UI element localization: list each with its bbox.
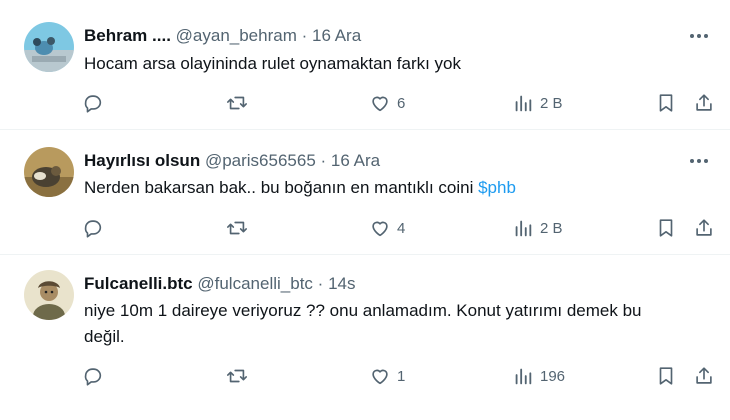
reply-icon [84, 95, 102, 113]
tweet-header: Hayırlısı olsun @paris656565 · 16 Ara [84, 150, 380, 172]
views-button[interactable]: 2 B [512, 91, 563, 115]
like-count: 1 [397, 367, 406, 385]
views-icon [515, 95, 532, 112]
retweet-icon [227, 369, 247, 383]
tweet-text: Hocam arsa olayininda rulet oynamaktan f… [84, 54, 462, 73]
heart-icon [372, 96, 388, 112]
share-icon [696, 219, 712, 236]
like-count: 6 [397, 94, 406, 112]
display-name[interactable]: Hayırlısı olsun [84, 151, 200, 170]
views-icon [515, 368, 532, 385]
bookmark-button[interactable] [655, 364, 677, 388]
cashtag-link[interactable]: $phb [478, 178, 516, 197]
tweet-header: Behram .... @ayan_behram · 16 Ara [84, 25, 361, 47]
display-name[interactable]: Fulcanelli.btc [84, 274, 193, 293]
like-count: 4 [397, 219, 406, 237]
more-icon[interactable] [686, 150, 712, 172]
views-button[interactable]: 196 [512, 364, 565, 388]
share-button[interactable] [693, 364, 715, 388]
tweet-text-body: Nerden bakarsan bak.. bu boğanın en mant… [84, 178, 479, 197]
timestamp[interactable]: 16 Ara [312, 26, 361, 45]
reply-icon [84, 220, 102, 238]
tweet[interactable]: Hayırlısı olsun @paris656565 · 16 Ara Ne… [0, 130, 730, 255]
more-icon[interactable] [686, 25, 712, 47]
heart-icon [372, 369, 388, 385]
like-button[interactable]: 4 [369, 216, 405, 240]
tweet-header: Fulcanelli.btc @fulcanelli_btc · 14s [84, 273, 355, 295]
share-icon [696, 94, 712, 111]
views-count: 196 [540, 367, 566, 385]
avatar[interactable] [24, 147, 74, 197]
tweet[interactable]: Behram .... @ayan_behram · 16 Ara Hocam … [0, 0, 730, 130]
display-name[interactable]: Behram .... [84, 26, 171, 45]
retweet-icon [227, 221, 247, 235]
share-button[interactable] [693, 91, 715, 115]
avatar[interactable] [24, 22, 74, 72]
reply-button[interactable] [82, 364, 104, 388]
tweet-text: niye 10m 1 daireye veriyoruz ?? onu anla… [84, 299, 704, 349]
separator: · [320, 151, 327, 170]
share-button[interactable] [693, 216, 715, 240]
views-button[interactable]: 2 B [512, 216, 563, 240]
retweet-button[interactable] [226, 216, 248, 240]
reply-button[interactable] [82, 91, 104, 115]
user-handle[interactable]: @paris656565 [205, 151, 316, 170]
views-count: 2 B [540, 94, 563, 112]
reply-icon [84, 368, 102, 386]
share-icon [696, 367, 712, 384]
separator: · [317, 274, 324, 293]
like-button[interactable]: 6 [369, 91, 405, 115]
timestamp[interactable]: 16 Ara [331, 151, 380, 170]
separator: · [301, 26, 308, 45]
bookmark-icon [659, 219, 673, 237]
reply-button[interactable] [82, 216, 104, 240]
bookmark-icon [659, 94, 673, 112]
tweet-text-line: değil. [84, 327, 125, 346]
retweet-button[interactable] [226, 91, 248, 115]
like-button[interactable]: 1 [369, 364, 405, 388]
timestamp[interactable]: 14s [328, 274, 355, 293]
tweet-text-line: niye 10m 1 daireye veriyoruz ?? onu anla… [84, 301, 642, 320]
bookmark-button[interactable] [655, 91, 677, 115]
heart-icon [372, 221, 388, 237]
bookmark-button[interactable] [655, 216, 677, 240]
views-icon [515, 220, 532, 237]
avatar[interactable] [24, 270, 74, 320]
retweet-icon [227, 96, 247, 110]
views-count: 2 B [540, 219, 563, 237]
bookmark-icon [659, 367, 673, 385]
user-handle[interactable]: @ayan_behram [176, 26, 297, 45]
tweet[interactable]: Fulcanelli.btc @fulcanelli_btc · 14s niy… [0, 255, 730, 420]
user-handle[interactable]: @fulcanelli_btc [197, 274, 313, 293]
tweet-text: Nerden bakarsan bak.. bu boğanın en mant… [84, 176, 704, 200]
retweet-button[interactable] [226, 364, 248, 388]
